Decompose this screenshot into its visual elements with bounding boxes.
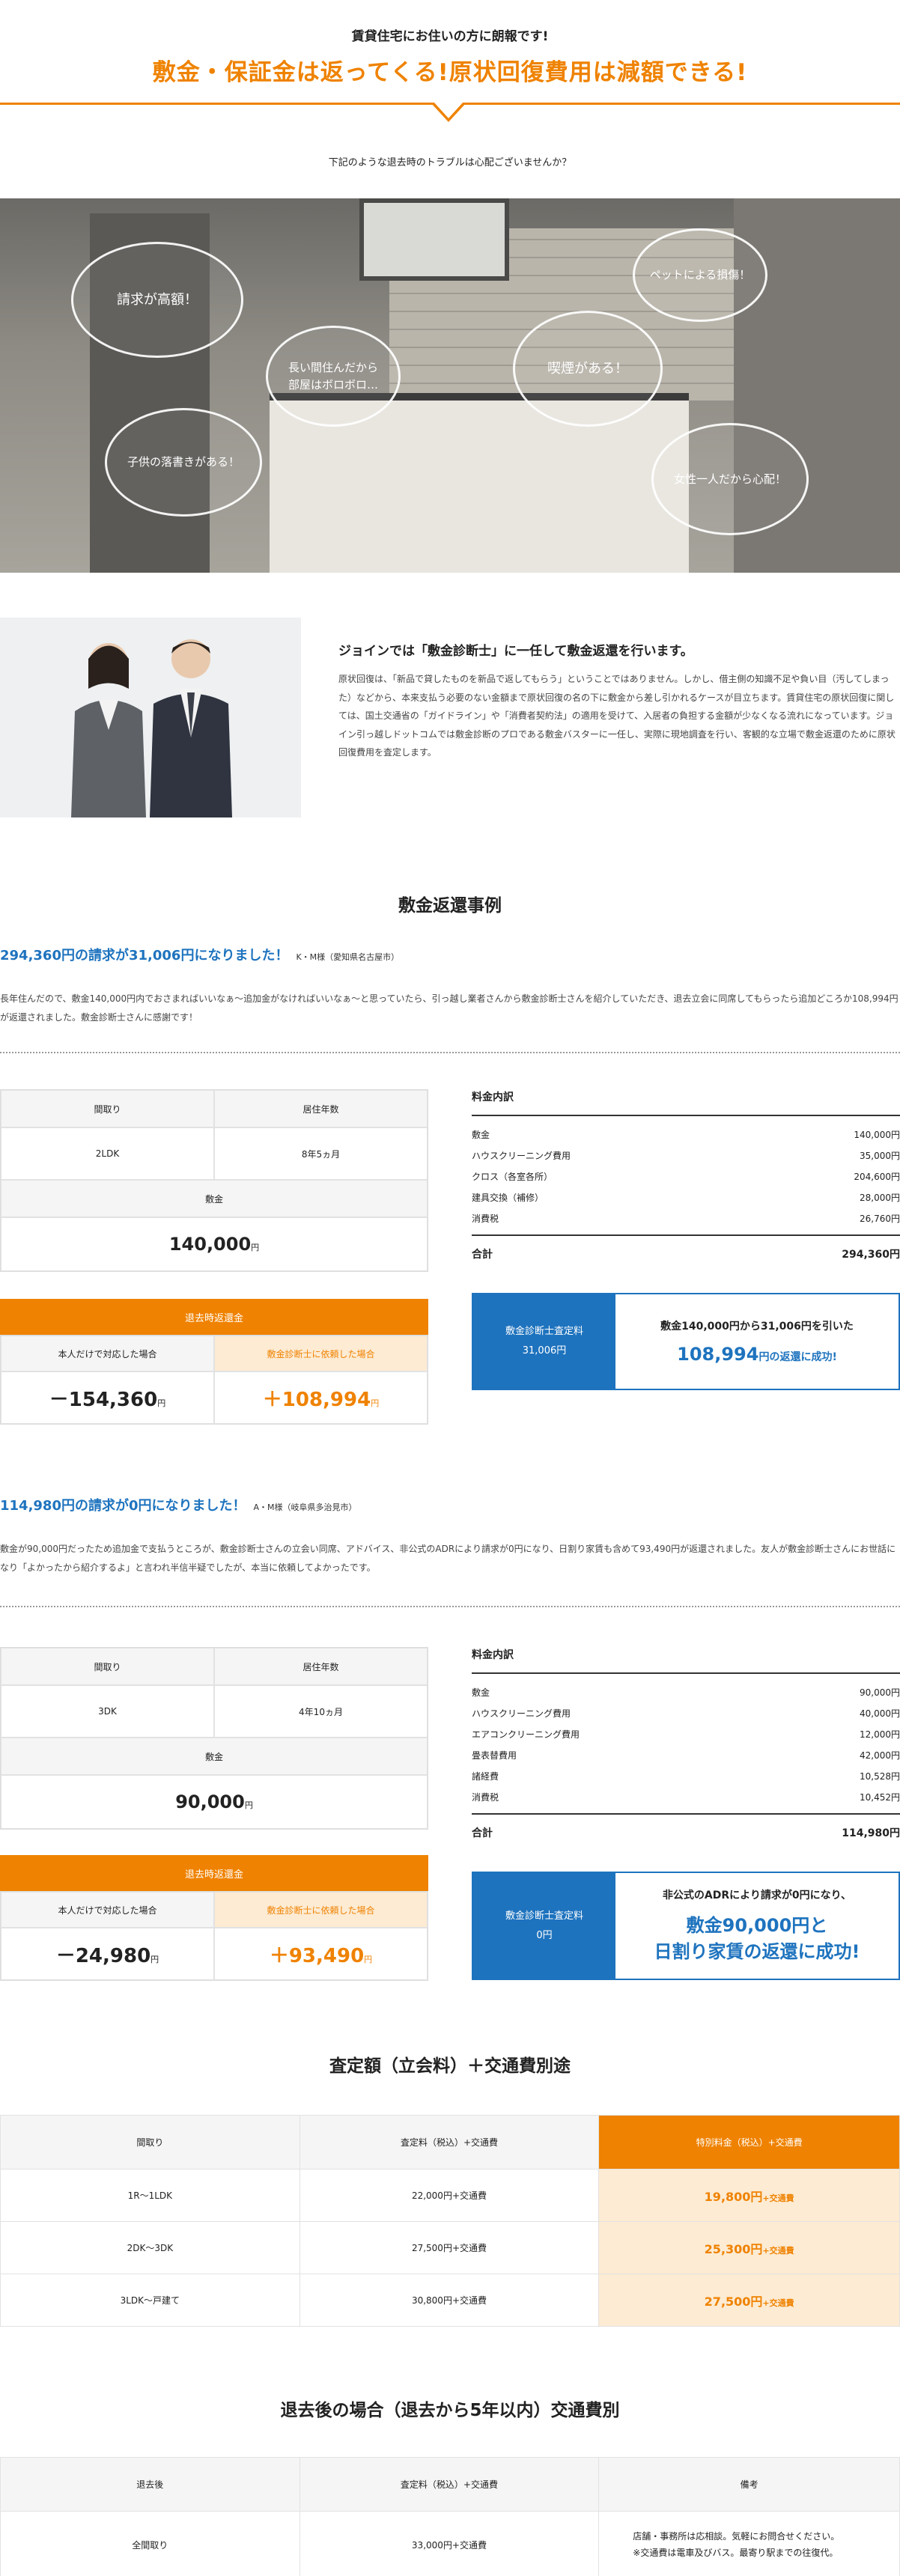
case1-person: K・M様（愛知県名古屋市） (296, 952, 400, 962)
table-row: 2DK〜3DK 27,500円+交通費 25,300円+交通費 (0, 2221, 900, 2274)
after-title: 退去後の場合（退去から5年以内）交通費別 (280, 2401, 620, 2420)
staff-illustration (0, 618, 301, 817)
case2-text: 敷金が90,000円だったため追加金で支払うところが、敷金診断士さんの立会い同席… (0, 1544, 896, 1573)
hero-title: 敷金・保証金は返ってくる!原状回復費用は減額できる! (152, 59, 748, 86)
case1-madori: 2LDK (1, 1127, 214, 1180)
case1-result-line1: 敷金140,000円から31,006円を引いた (660, 1321, 854, 1333)
speech-bubble-expensive: 請求が高額！ (71, 242, 243, 358)
case2-madori: 3DK (1, 1685, 214, 1738)
case2-fee-breakdown: 料金内訳 敷金 90,000円 ハウスクリーニング費用 40,000円 エアコンクリーニ… (472, 1647, 900, 1840)
pricing-table: 間取り 査定料（税込）+交通費 特別料金（税込）+交通費 1R〜1LDK 22,0… (0, 2115, 900, 2327)
case2-years: 4年10ヵ月 (214, 1685, 428, 1738)
fee-row: エアコンクリーニング費用 12,000円 (472, 1729, 900, 1740)
case1-return-table: 本人だけで対応した場合 敷金診断士に依頼した場合 －154,360円 ＋108,99… (0, 1335, 428, 1425)
table-row: 全間取り 33,000円+交通費 店舗・事務所は応相談。気軽にお問合せください。… (0, 2511, 900, 2576)
kitchen-photo: 請求が高額！ 長い間住んだから 部屋はボロボロ… 子供の落書きがある！ 喫煙がある… (0, 198, 900, 573)
case2-person: A・M様（岐阜県多治見市） (253, 1502, 357, 1512)
case2-deposit: 90,000円 (1, 1775, 428, 1829)
cases-title: 敷金返還事例 (398, 896, 502, 916)
fee-row: ハウスクリーニング費用 40,000円 (472, 1708, 900, 1719)
speech-bubble-graffiti: 子供の落書きがある！ (105, 408, 262, 517)
case1-return-title: 退去時返還金 (0, 1299, 428, 1335)
case1-assess-value: 31,006円 (522, 1345, 567, 1356)
staff-photo (0, 618, 301, 817)
fee-row: ハウスクリーニング費用 35,000円 (472, 1150, 900, 1161)
fee-row: 建具交換（補修） 28,000円 (472, 1192, 900, 1203)
case1-years: 8年5ヵ月 (214, 1127, 428, 1180)
case1-result-box: 敷金診断士査定料 31,006円 敷金140,000円から31,006円を引いた 1… (472, 1293, 900, 1390)
fee-row: 敷金 90,000円 (472, 1687, 900, 1698)
fee-row: 消費税 26,760円 (472, 1213, 900, 1224)
table-row: 3LDK〜戸建て 30,800円+交通費 27,500円+交通費 (0, 2274, 900, 2327)
hero-banner: 賃貸住宅にお住いの方に朗報です! 敷金・保証金は返ってくる!原状回復費用は減額で… (0, 0, 900, 122)
case2-return-title: 退去時返還金 (0, 1855, 428, 1891)
case1-request-amount: ＋108,994円 (214, 1371, 428, 1424)
pricing-title: 査定額（立会料）＋交通費別途 (329, 2056, 571, 2076)
intro-text: 原状回復は、「新品で貸したものを新品で返してもらう」ということではありません。し… (338, 674, 896, 758)
speech-bubble-pet: ペットによる損傷！ (633, 228, 767, 322)
fee-row: 畳表替費用 42,000円 (472, 1750, 900, 1761)
page: 賃貸住宅にお住いの方に朗報です! 敷金・保証金は返ってくる!原状回復費用は減額で… (0, 0, 900, 2576)
divider (0, 1606, 900, 1607)
speech-bubble-woman-alone: 女性一人だから心配！ (651, 423, 809, 535)
case2-total: 114,980円 (842, 1827, 900, 1839)
case1-self-amount: －154,360円 (1, 1371, 214, 1424)
fee-row: 消費税 10,452円 (472, 1791, 900, 1803)
case2-result-box: 敷金診断士査定料 0円 非公式のADRにより請求が0円になり、 敷金90,000円と… (472, 1872, 900, 1980)
case2-info-table: 間取り 居住年数 3DK 4年10ヵ月 敷金 90,000円 (0, 1647, 428, 1830)
fee-row: クロス（各室各所） 204,600円 (472, 1171, 900, 1182)
case1-deposit: 140,000円 (1, 1217, 428, 1271)
case1-info-table: 間取り 居住年数 2LDK 8年5ヵ月 敷金 140,000円 (0, 1089, 428, 1272)
divider (0, 1052, 900, 1053)
speech-bubble-old-room: 長い間住んだから 部屋はボロボロ… (266, 326, 401, 427)
intro-title: ジョインでは「敷金診断士」に一任して敷金返還を行います。 (338, 644, 693, 659)
trouble-question: 下記のような退去時のトラブルは心配ございませんか？ (328, 157, 572, 168)
hero-subtitle: 賃貸住宅にお住いの方に朗報です! (351, 29, 549, 44)
case2-self-amount: －24,980円 (1, 1928, 214, 1980)
case1-heading: 294,360円の請求が31,006円になりました！ K・M様（愛知県名古屋市） (0, 948, 400, 963)
case2-assess-value: 0円 (536, 1929, 553, 1941)
fee-row: 諸経費 10,528円 (472, 1770, 900, 1782)
table-row: 1R〜1LDK 22,000円+交通費 19,800円+交通費 (0, 2169, 900, 2222)
case1-total: 294,360円 (842, 1249, 900, 1261)
case2-result-line1: 非公式のADRにより請求が0円になり、 (662, 1889, 852, 1901)
case1-text: 長年住んだので、敷金140,000円内でおさまればいいなぁ〜追加金がなければいい… (0, 993, 899, 1023)
fee-row: 敷金 140,000円 (472, 1129, 900, 1140)
case2-return-table: 本人だけで対応した場合 敷金診断士に依頼した場合 －24,980円 ＋93,490円 (0, 1891, 428, 1981)
case2-heading: 114,980円の請求が0円になりました！ A・M様（岐阜県多治見市） (0, 1498, 357, 1514)
after-table: 退去後 査定料（税込）+交通費 備考 全間取り 33,000円+交通費 店舗・事… (0, 2457, 900, 2576)
case2-request-amount: ＋93,490円 (214, 1928, 428, 1980)
case1-fee-breakdown: 料金内訳 敷金 140,000円 ハウスクリーニング費用 35,000円 クロス（各室各… (472, 1089, 900, 1261)
speech-bubble-smoking: 喫煙がある！ (513, 311, 663, 427)
